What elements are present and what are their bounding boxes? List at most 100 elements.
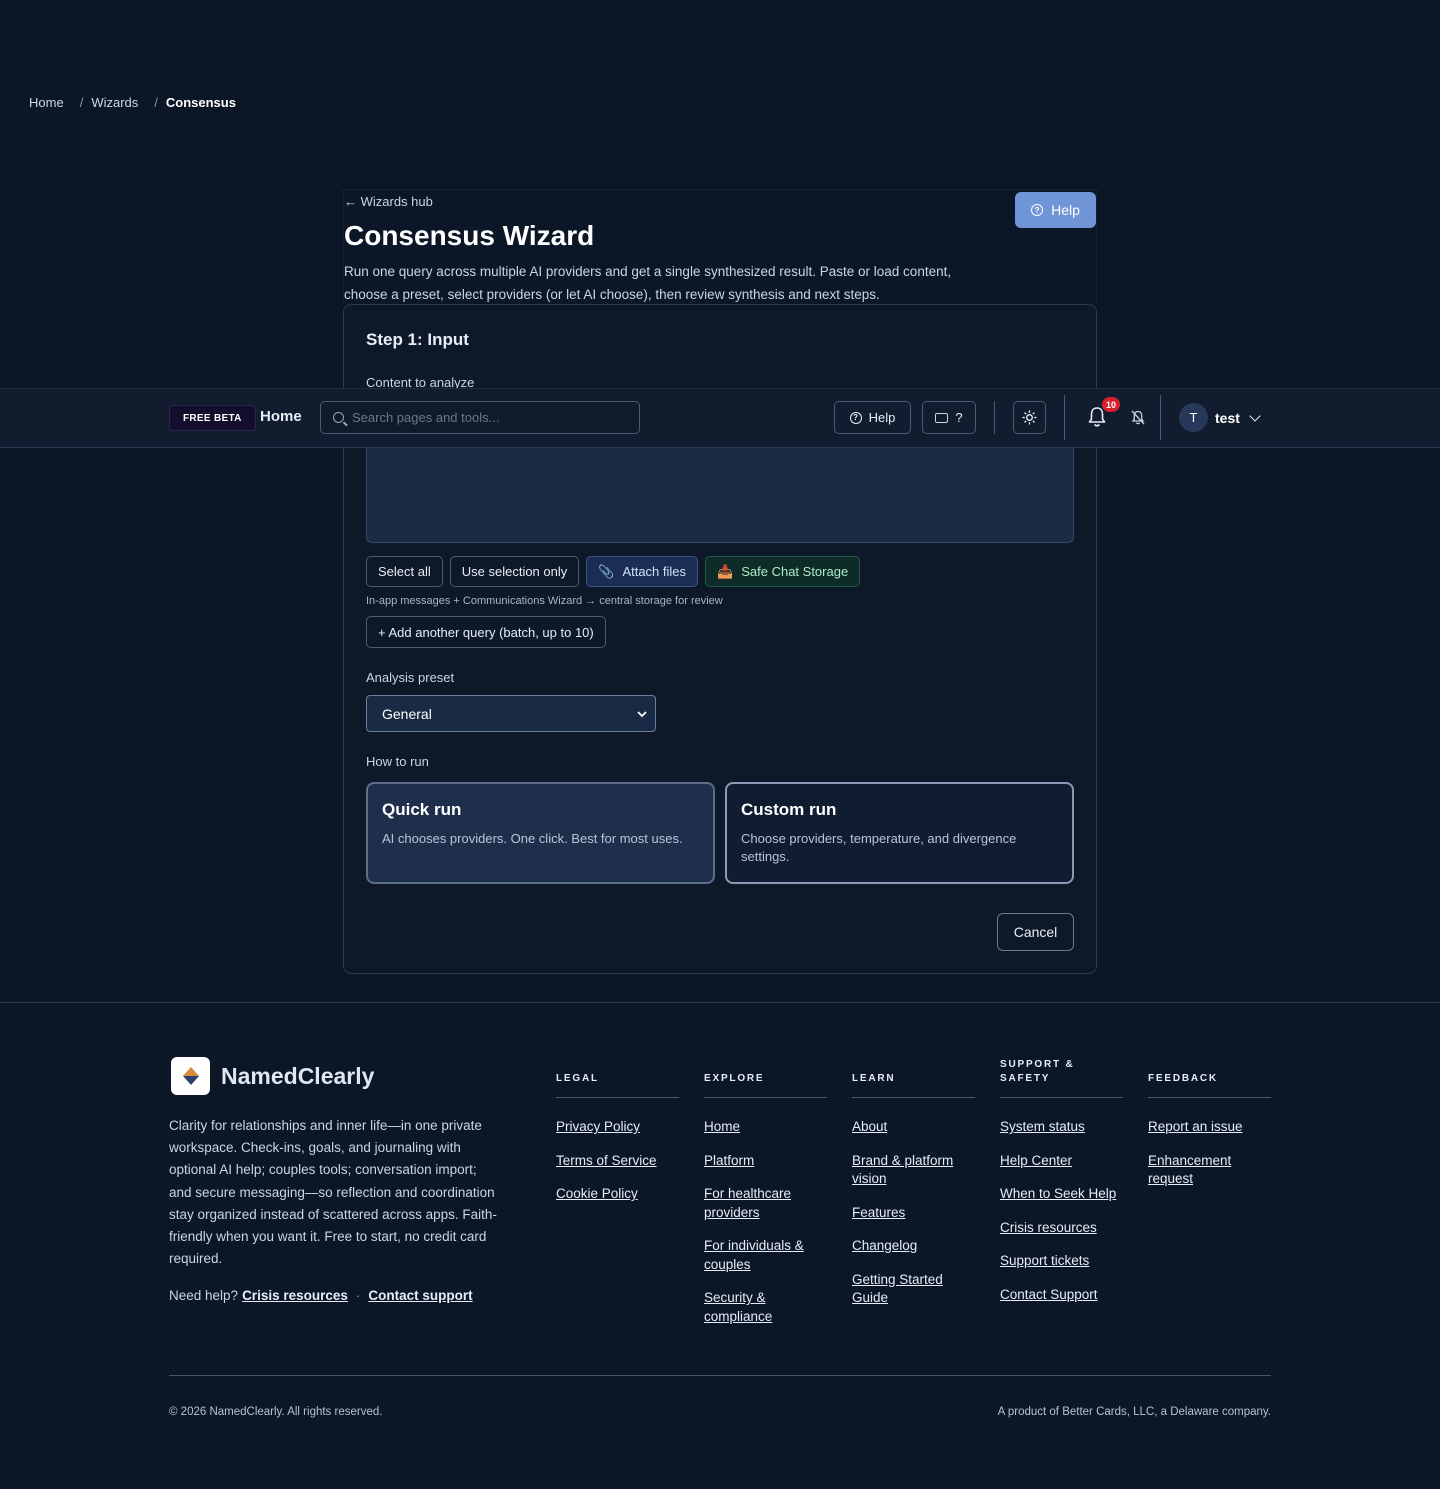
footer-brand[interactable]: NamedClearly xyxy=(171,1057,374,1095)
preset-label: Analysis preset xyxy=(366,670,455,685)
preset-value: General xyxy=(382,705,432,722)
breadcrumb: Home / Wizards / Consensus xyxy=(29,95,236,110)
separator-dot: · xyxy=(355,1288,361,1303)
footer-column-feedback: FEEDBACK Report an issue Enhancement req… xyxy=(1148,1060,1271,1189)
need-help-line: Need help? Crisis resources · Contact su… xyxy=(169,1288,473,1303)
shortcuts-label: ? xyxy=(955,410,963,425)
help-button[interactable]: ? Help xyxy=(1015,192,1096,228)
header-help-label: Help xyxy=(868,410,896,425)
custom-run-description: Choose providers, temperature, and diver… xyxy=(741,831,1017,864)
footer-column-explore: EXPLORE Home Platform For healthcare pro… xyxy=(704,1060,827,1326)
cancel-button[interactable]: Cancel xyxy=(997,913,1074,951)
wizards-hub-link[interactable]: ← Wizards hub xyxy=(344,194,433,209)
quick-run-option[interactable]: Quick run AI chooses providers. One clic… xyxy=(366,782,715,884)
theme-toggle-button[interactable] xyxy=(1013,401,1046,434)
page-title: Consensus Wizard xyxy=(344,220,595,251)
header-divider xyxy=(994,401,995,434)
custom-run-title: Custom run xyxy=(741,800,837,819)
footer-link[interactable]: Help Center xyxy=(1000,1152,1123,1171)
safe-chat-storage-label: Safe Chat Storage xyxy=(741,564,849,579)
custom-run-option[interactable]: Custom run Choose providers, temperature… xyxy=(725,782,1074,884)
footer-link[interactable]: Platform xyxy=(704,1152,827,1171)
breadcrumb-home[interactable]: Home xyxy=(29,95,64,110)
help-button-label: Help xyxy=(1051,202,1080,218)
search-box xyxy=(320,401,640,434)
paperclip-icon: 📎 xyxy=(598,563,615,579)
footer-column-heading: SUPPORT & SAFETY xyxy=(1000,1059,1123,1098)
quick-run-description: AI chooses providers. One click. Best fo… xyxy=(382,831,683,846)
footer-link[interactable]: Privacy Policy xyxy=(556,1118,679,1137)
search-icon xyxy=(333,412,344,423)
footer-link[interactable]: For healthcare providers xyxy=(704,1185,827,1222)
notification-count-badge: 10 xyxy=(1102,397,1120,412)
select-all-button[interactable]: Select all xyxy=(366,556,443,587)
brand-logo-icon xyxy=(171,1057,210,1095)
footer-column-heading: LEGAL xyxy=(556,1060,679,1098)
footer-column-support: SUPPORT & SAFETY System status Help Cent… xyxy=(1000,1059,1123,1305)
step-title: Step 1: Input xyxy=(366,330,469,349)
add-query-button[interactable]: + Add another query (batch, up to 10) xyxy=(366,616,606,648)
footer-link[interactable]: Contact Support xyxy=(1000,1286,1123,1305)
footer-link[interactable]: About xyxy=(852,1118,975,1137)
footer-link[interactable]: Terms of Service xyxy=(556,1152,679,1171)
footer-description: Clarity for relationships and inner life… xyxy=(169,1118,497,1267)
footer-link[interactable]: For individuals & couples xyxy=(704,1237,827,1274)
company-note: A product of Better Cards, LLC, a Delawa… xyxy=(997,1406,1271,1418)
attach-files-button[interactable]: 📎 Attach files xyxy=(586,556,699,587)
brand-name: NamedClearly xyxy=(221,1062,375,1089)
footer-contact-link[interactable]: Contact support xyxy=(368,1288,472,1303)
footer-crisis-link[interactable]: Crisis resources xyxy=(242,1288,348,1303)
footer-link[interactable]: Report an issue xyxy=(1148,1118,1271,1137)
inbox-tray-icon: 📥 xyxy=(717,563,734,579)
header-home-link[interactable]: Home xyxy=(260,408,302,425)
wizard-description: Run one query across multiple AI provide… xyxy=(344,264,952,302)
footer-column-learn: LEARN About Brand & platform vision Feat… xyxy=(852,1060,975,1308)
keyboard-shortcuts-button[interactable]: ? xyxy=(922,401,976,434)
sun-icon xyxy=(1022,410,1037,425)
footer-divider xyxy=(0,1002,1440,1003)
user-name[interactable]: test xyxy=(1215,410,1240,426)
footer-link[interactable]: When to Seek Help xyxy=(1000,1185,1123,1204)
help-circle-icon: ? xyxy=(849,411,862,424)
footer-column-legal: LEGAL Privacy Policy Terms of Service Co… xyxy=(556,1060,679,1204)
use-selection-label: Use selection only xyxy=(461,564,568,579)
search-input[interactable] xyxy=(352,410,622,425)
footer-link[interactable]: Features xyxy=(852,1204,975,1223)
safe-chat-storage-button[interactable]: 📥 Safe Chat Storage xyxy=(705,556,861,587)
footer-link[interactable]: Cookie Policy xyxy=(556,1185,679,1204)
footer-column-heading: EXPLORE xyxy=(704,1060,827,1098)
storage-note: In-app messages + Communications Wizard … xyxy=(366,595,723,607)
app-header: FREE BETA Home ? Help ? 10 T xyxy=(0,388,1440,448)
footer-link[interactable]: Enhancement request xyxy=(1148,1152,1271,1189)
header-help-button[interactable]: ? Help xyxy=(834,401,911,434)
quick-run-title: Quick run xyxy=(382,800,462,819)
header-divider xyxy=(1160,395,1161,440)
chevron-down-icon[interactable] xyxy=(1249,410,1261,422)
avatar[interactable]: T xyxy=(1179,403,1208,432)
select-all-label: Select all xyxy=(378,564,431,579)
footer-link[interactable]: Brand & platform vision xyxy=(852,1152,975,1189)
footer-link[interactable]: Crisis resources xyxy=(1000,1219,1123,1238)
footer-link[interactable]: Changelog xyxy=(852,1237,975,1256)
breadcrumb-separator: / xyxy=(79,95,84,110)
footer-link[interactable]: Getting Started Guide xyxy=(852,1271,975,1308)
free-beta-badge: FREE BETA xyxy=(169,405,256,431)
chevron-down-icon xyxy=(637,710,647,717)
breadcrumb-wizards[interactable]: Wizards xyxy=(91,95,138,110)
preset-select[interactable]: General xyxy=(366,695,656,732)
breadcrumb-separator: / xyxy=(154,95,158,110)
footer-link[interactable]: System status xyxy=(1000,1118,1123,1137)
use-selection-button[interactable]: Use selection only xyxy=(449,556,580,587)
footer-bottom-divider xyxy=(169,1375,1271,1376)
footer-link[interactable]: Security & compliance xyxy=(704,1289,827,1326)
copyright: © 2026 NamedClearly. All rights reserved… xyxy=(169,1406,383,1418)
footer-link[interactable]: Home xyxy=(704,1118,827,1137)
footer-link[interactable]: Support tickets xyxy=(1000,1252,1123,1271)
bell-off-icon[interactable] xyxy=(1131,410,1145,425)
footer-column-heading: LEARN xyxy=(852,1060,975,1098)
run-mode-label: How to run xyxy=(366,754,429,769)
wizard-header: ← Wizards hub Consensus Wizard Run one q… xyxy=(343,189,1097,304)
header-divider xyxy=(1064,395,1065,440)
help-circle-icon: ? xyxy=(1031,204,1044,216)
footer-column-heading: FEEDBACK xyxy=(1148,1060,1271,1098)
